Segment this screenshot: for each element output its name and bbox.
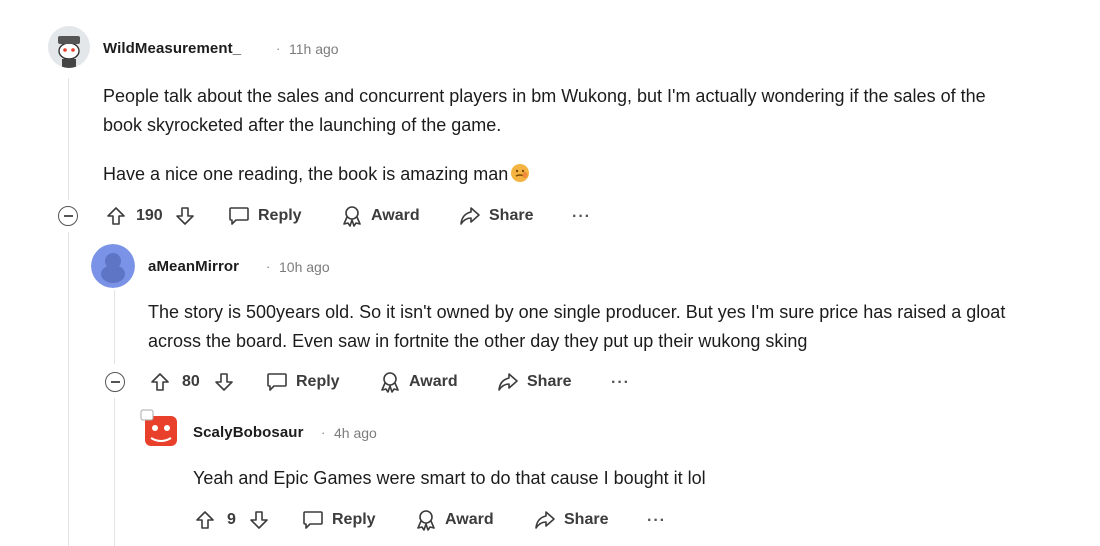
reply-button[interactable]: Reply: [228, 204, 302, 228]
reply-button[interactable]: Reply: [302, 508, 376, 532]
comment-body-line: Have a nice one reading, the book is ama…: [103, 160, 530, 189]
reply-button[interactable]: Reply: [266, 370, 340, 394]
comment-author[interactable]: aMeanMirror: [148, 258, 239, 275]
thread-line-1: [68, 78, 69, 200]
share-label: Share: [527, 373, 572, 390]
comment-author[interactable]: WildMeasurement_: [103, 40, 241, 57]
share-arrow-icon: [459, 206, 481, 226]
comment-body-text: Have a nice one reading, the book is ama…: [103, 164, 509, 184]
comment-body-line: Yeah and Epic Games were smart to do tha…: [193, 468, 706, 488]
speech-bubble-icon: [228, 206, 250, 226]
speech-bubble-icon: [302, 510, 324, 530]
more-options-button[interactable]: ···: [647, 513, 666, 529]
vote-count: 9: [227, 511, 236, 528]
thread-line-3: [114, 290, 115, 364]
reply-label: Reply: [258, 207, 302, 224]
vote-count: 80: [182, 373, 200, 390]
collapse-minus-icon[interactable]: [58, 206, 78, 226]
award-label: Award: [371, 207, 420, 224]
upvote-arrow-icon[interactable]: [193, 508, 217, 532]
meta-separator: ·: [266, 259, 271, 274]
meta-separator: ·: [276, 41, 281, 56]
comment-timestamp[interactable]: 4h ago: [334, 425, 377, 441]
reply-label: Reply: [296, 373, 340, 390]
share-label: Share: [564, 511, 609, 528]
collapse-minus-icon[interactable]: [105, 372, 125, 392]
meta-separator: ·: [321, 425, 326, 440]
share-arrow-icon: [497, 372, 519, 392]
thread-line-2: [68, 232, 69, 546]
avatar[interactable]: [91, 244, 135, 288]
comment-body-line: across the board. Even saw in fortnite t…: [148, 331, 808, 351]
downvote-arrow-icon[interactable]: [247, 508, 271, 532]
more-options-button[interactable]: ···: [572, 209, 591, 225]
face-emoji-icon: [510, 163, 530, 183]
avatar[interactable]: [48, 26, 90, 68]
award-ribbon-icon: [379, 371, 401, 393]
share-button[interactable]: Share: [459, 204, 533, 228]
speech-bubble-icon: [266, 372, 288, 392]
upvote-arrow-icon[interactable]: [148, 370, 172, 394]
comment-timestamp[interactable]: 11h ago: [289, 41, 339, 57]
avatar[interactable]: [137, 408, 181, 452]
reply-label: Reply: [332, 511, 376, 528]
award-button[interactable]: Award: [379, 370, 458, 394]
share-arrow-icon: [534, 510, 556, 530]
award-label: Award: [445, 511, 494, 528]
comment-body-line: People talk about the sales and concurre…: [103, 86, 986, 106]
comment-body-line: The story is 500years old. So it isn't o…: [148, 302, 1006, 322]
thread-line-4: [114, 398, 115, 546]
award-ribbon-icon: [415, 509, 437, 531]
award-label: Award: [409, 373, 458, 390]
comment-author[interactable]: ScalyBobosaur: [193, 424, 304, 441]
comment-timestamp[interactable]: 10h ago: [279, 259, 330, 275]
share-label: Share: [489, 207, 534, 224]
downvote-arrow-icon[interactable]: [173, 204, 197, 228]
share-button[interactable]: Share: [534, 508, 608, 532]
share-button[interactable]: Share: [497, 370, 571, 394]
award-button[interactable]: Award: [341, 204, 420, 228]
more-options-button[interactable]: ···: [611, 375, 630, 391]
award-ribbon-icon: [341, 205, 363, 227]
upvote-arrow-icon[interactable]: [104, 204, 128, 228]
vote-count: 190: [136, 207, 163, 224]
award-button[interactable]: Award: [415, 508, 494, 532]
comment-body-line: book skyrocketed after the launching of …: [103, 115, 502, 135]
downvote-arrow-icon[interactable]: [212, 370, 236, 394]
